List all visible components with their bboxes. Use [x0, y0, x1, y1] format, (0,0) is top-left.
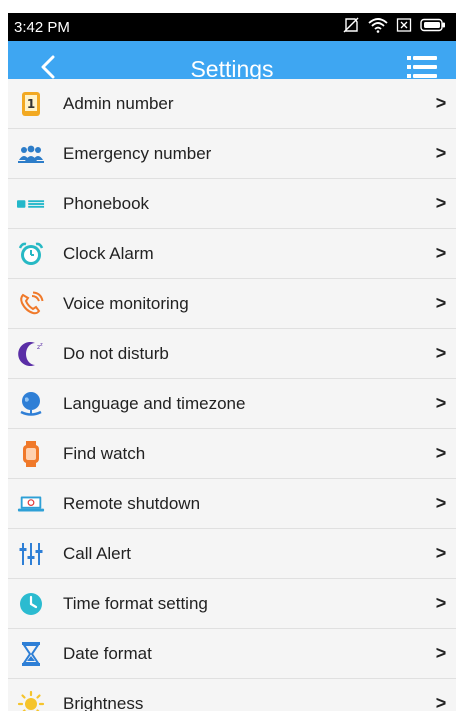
settings-row-label: Date format	[63, 643, 152, 663]
settings-row-label: Language and timezone	[63, 393, 246, 413]
voice-phone-icon	[17, 290, 45, 318]
chevron-right-icon: >	[435, 143, 447, 163]
clock-icon	[17, 590, 45, 618]
settings-row-admin-number[interactable]: 1 Admin number >	[8, 79, 456, 129]
laptop-power-icon	[17, 490, 45, 518]
chevron-right-icon: >	[435, 693, 447, 711]
settings-row-label: Time format setting	[63, 593, 208, 613]
chevron-right-icon: >	[435, 493, 447, 513]
settings-row-clock-alarm[interactable]: Clock Alarm >	[8, 229, 456, 279]
svg-text:1: 1	[27, 97, 35, 111]
settings-row-phonebook[interactable]: Phonebook >	[8, 179, 456, 229]
settings-row-label: Call Alert	[63, 543, 132, 563]
settings-row-brightness[interactable]: Brightness >	[8, 679, 456, 711]
settings-row-find-watch[interactable]: Find watch >	[8, 429, 456, 479]
no-sim-icon	[342, 17, 360, 37]
phone-screen: 3:42 PM Settings 1 Admin number > Emerge…	[8, 13, 456, 711]
battery-icon	[420, 18, 446, 36]
sun-icon	[17, 690, 45, 711]
settings-row-call-alert[interactable]: Call Alert >	[8, 529, 456, 579]
watch-icon	[17, 440, 45, 468]
settings-row-emergency-number[interactable]: Emergency number >	[8, 129, 456, 179]
sliders-icon	[17, 540, 45, 568]
globe-icon	[17, 390, 45, 418]
status-icons	[342, 17, 446, 37]
back-button[interactable]	[30, 50, 66, 90]
status-time: 3:42 PM	[14, 18, 70, 36]
chevron-right-icon: >	[435, 593, 447, 613]
chevron-left-icon	[41, 55, 55, 84]
settings-row-label: Phonebook	[63, 193, 150, 213]
alarm-clock-icon	[17, 240, 45, 268]
emergency-contacts-icon	[17, 140, 45, 168]
menu-list-icon	[407, 55, 437, 84]
settings-row-date-format[interactable]: Date format >	[8, 629, 456, 679]
settings-list: 1 Admin number > Emergency number > Phon…	[8, 79, 456, 711]
chevron-right-icon: >	[435, 393, 447, 413]
chevron-right-icon: >	[435, 243, 447, 263]
settings-row-label: Find watch	[63, 443, 146, 463]
settings-row-label: Do not disturb	[63, 343, 169, 363]
chevron-right-icon: >	[435, 293, 447, 313]
chevron-right-icon: >	[435, 93, 447, 113]
settings-row-remote-shutdown[interactable]: Remote shutdown >	[8, 479, 456, 529]
chevron-right-icon: >	[435, 193, 447, 213]
settings-row-language-timezone[interactable]: Language and timezone >	[8, 379, 456, 429]
settings-row-label: Brightness	[63, 693, 144, 711]
sim-x-icon	[396, 17, 412, 37]
settings-row-do-not-disturb[interactable]: z z Do not disturb >	[8, 329, 456, 379]
chevron-right-icon: >	[435, 643, 447, 663]
wifi-icon	[368, 17, 388, 37]
settings-row-label: Admin number	[63, 93, 174, 113]
settings-row-label: Clock Alarm	[63, 243, 154, 263]
svg-text:z: z	[40, 342, 43, 348]
chevron-right-icon: >	[435, 443, 447, 463]
chevron-right-icon: >	[435, 543, 447, 563]
settings-row-time-format[interactable]: Time format setting >	[8, 579, 456, 629]
settings-row-voice-monitoring[interactable]: Voice monitoring >	[8, 279, 456, 329]
admin-number-icon: 1	[17, 90, 45, 118]
phonebook-icon	[17, 190, 45, 218]
menu-button[interactable]	[404, 50, 440, 90]
settings-row-label: Remote shutdown	[63, 493, 201, 513]
status-bar: 3:42 PM	[8, 13, 456, 41]
settings-row-label: Emergency number	[63, 143, 212, 163]
chevron-right-icon: >	[435, 343, 447, 363]
settings-row-label: Voice monitoring	[63, 293, 189, 313]
moon-icon: z z	[17, 340, 45, 368]
hourglass-icon	[17, 640, 45, 668]
